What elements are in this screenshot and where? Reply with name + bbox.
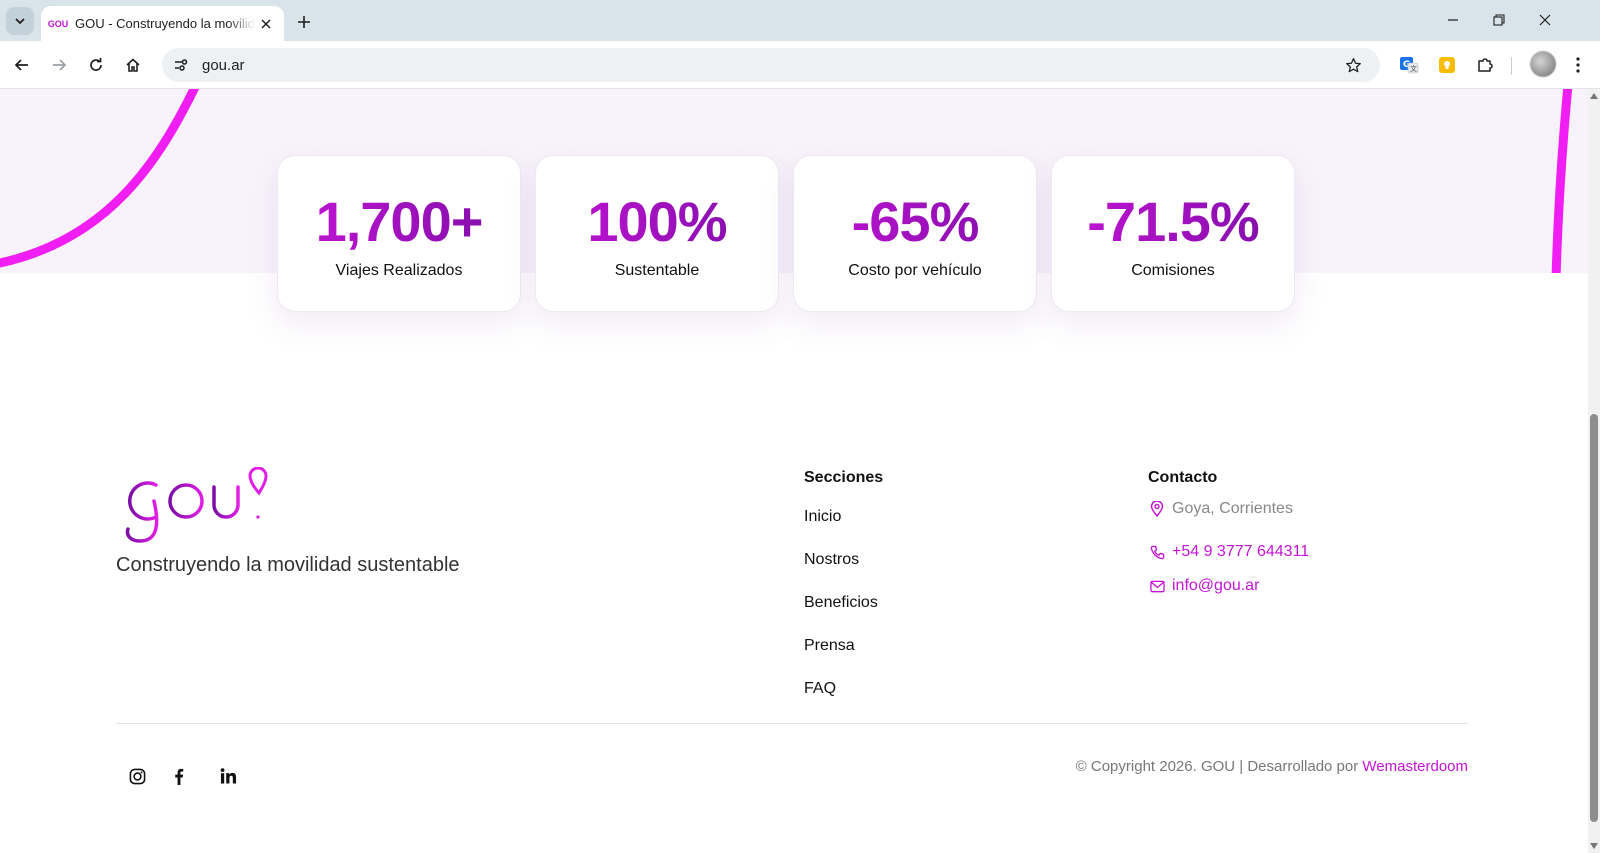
minimize-window-button[interactable] bbox=[1438, 8, 1468, 32]
stat-value: 100% bbox=[536, 192, 778, 252]
facebook-link[interactable] bbox=[168, 765, 190, 787]
stat-label: Comisiones bbox=[1131, 262, 1215, 279]
more-vertical-icon bbox=[1576, 57, 1580, 73]
url-text: gou.ar bbox=[202, 56, 245, 74]
restore-icon bbox=[1493, 14, 1505, 26]
bookmark-star-button[interactable] bbox=[1342, 54, 1364, 76]
footer-link-nostros[interactable]: Nostros bbox=[804, 551, 859, 569]
home-button[interactable] bbox=[120, 52, 146, 78]
scroll-up-arrow-icon[interactable] bbox=[1590, 93, 1598, 99]
contact-phone[interactable]: +54 9 3777 644311 bbox=[1148, 543, 1309, 561]
contact-title: Contacto bbox=[1148, 469, 1218, 486]
close-window-button[interactable] bbox=[1530, 8, 1560, 32]
contact-phone-text[interactable]: +54 9 3777 644311 bbox=[1172, 543, 1309, 561]
map-pin-icon bbox=[1148, 500, 1166, 518]
reload-icon bbox=[90, 58, 102, 71]
copyright-text: © Copyright 2026. GOU | Desarrollado por… bbox=[1076, 758, 1468, 775]
browser-tab-active[interactable]: GOU GOU - Construyendo la movilidad sust… bbox=[41, 6, 284, 41]
browser-menu-button[interactable] bbox=[1568, 54, 1588, 76]
footer-tagline: Construyendo la movilidad sustentable bbox=[116, 554, 460, 576]
developer-credit-link[interactable]: Wemasterdoom bbox=[1362, 758, 1468, 775]
reload-button[interactable] bbox=[83, 52, 109, 78]
browser-tabstrip: GOU GOU - Construyendo la movilidad sust… bbox=[0, 0, 1600, 41]
stat-label: Costo por vehículo bbox=[848, 262, 982, 279]
arrow-left-icon bbox=[14, 59, 28, 71]
stat-value: 1,700+ bbox=[278, 192, 520, 252]
instagram-icon bbox=[129, 768, 145, 784]
linkedin-link[interactable] bbox=[217, 765, 239, 787]
stat-value: -71.5% bbox=[1052, 192, 1294, 252]
tab-title: GOU - Construyendo la movilidad sustenta… bbox=[75, 16, 255, 31]
extensions-button[interactable] bbox=[1474, 54, 1496, 76]
linkedin-icon bbox=[220, 768, 236, 784]
contact-location: Goya, Corrientes bbox=[1148, 500, 1293, 518]
star-icon bbox=[1345, 57, 1361, 72]
copyright-label: © Copyright 2026. GOU | Desarrollado por bbox=[1075, 758, 1359, 775]
mail-icon bbox=[1148, 577, 1166, 595]
footer-link-faq[interactable]: FAQ bbox=[804, 680, 836, 698]
restore-window-button[interactable] bbox=[1484, 8, 1514, 32]
back-button[interactable] bbox=[9, 52, 35, 78]
keep-extension-button[interactable] bbox=[1436, 54, 1458, 76]
stat-label: Viajes Realizados bbox=[335, 262, 463, 279]
translate-extension-button[interactable]: G文 bbox=[1398, 54, 1420, 76]
tune-icon bbox=[175, 59, 188, 71]
translate-icon: G文 bbox=[1400, 57, 1419, 74]
browser-toolbar: gou.ar G文 bbox=[0, 41, 1600, 89]
contact-location-text: Goya, Corrientes bbox=[1172, 500, 1293, 517]
profile-avatar[interactable] bbox=[1530, 51, 1556, 77]
keep-note-icon bbox=[1439, 57, 1455, 73]
site-info-button[interactable] bbox=[168, 52, 194, 78]
home-icon bbox=[126, 58, 140, 72]
gou-logo[interactable] bbox=[116, 467, 272, 545]
sections-title: Secciones bbox=[804, 469, 884, 486]
contact-email-text[interactable]: info@gou.ar bbox=[1172, 577, 1259, 595]
toolbar-separator bbox=[1511, 57, 1512, 75]
stat-card-sustentable: 100% Sustentable bbox=[535, 155, 779, 312]
footer-link-prensa[interactable]: Prensa bbox=[804, 637, 855, 655]
phone-icon bbox=[1148, 543, 1166, 561]
minimize-icon bbox=[1448, 19, 1458, 21]
puzzle-icon bbox=[1478, 58, 1493, 72]
footer-divider bbox=[116, 723, 1468, 724]
stat-label: Sustentable bbox=[614, 262, 700, 279]
tab-close-icon[interactable] bbox=[258, 16, 274, 32]
stat-card-comisiones: -71.5% Comisiones bbox=[1051, 155, 1295, 312]
footer-link-beneficios[interactable]: Beneficios bbox=[804, 594, 878, 612]
contact-email[interactable]: info@gou.ar bbox=[1148, 577, 1259, 595]
svg-text:文: 文 bbox=[1410, 64, 1417, 73]
facebook-icon bbox=[175, 768, 184, 785]
forward-button[interactable] bbox=[46, 52, 72, 78]
close-icon bbox=[1539, 14, 1551, 26]
footer-link-inicio[interactable]: Inicio bbox=[804, 508, 841, 526]
gou-favicon-icon: GOU bbox=[47, 18, 69, 29]
stat-card-viajes: 1,700+ Viajes Realizados bbox=[277, 155, 521, 312]
plus-icon bbox=[298, 16, 310, 28]
page-scrollbar[interactable] bbox=[1588, 89, 1600, 853]
arrow-right-icon bbox=[53, 59, 67, 71]
tab-search-button[interactable] bbox=[6, 7, 34, 35]
stat-value: -65% bbox=[794, 192, 1036, 252]
stat-card-costo: -65% Costo por vehículo bbox=[793, 155, 1037, 312]
scroll-down-arrow-icon[interactable] bbox=[1590, 843, 1598, 849]
chevron-down-icon bbox=[15, 18, 25, 25]
address-bar[interactable]: gou.ar bbox=[162, 48, 1380, 82]
new-tab-button[interactable] bbox=[292, 10, 316, 34]
scrollbar-thumb[interactable] bbox=[1590, 414, 1598, 822]
instagram-link[interactable] bbox=[126, 765, 148, 787]
page-viewport: 1,700+ Viajes Realizados 100% Sustentabl… bbox=[0, 89, 1588, 853]
